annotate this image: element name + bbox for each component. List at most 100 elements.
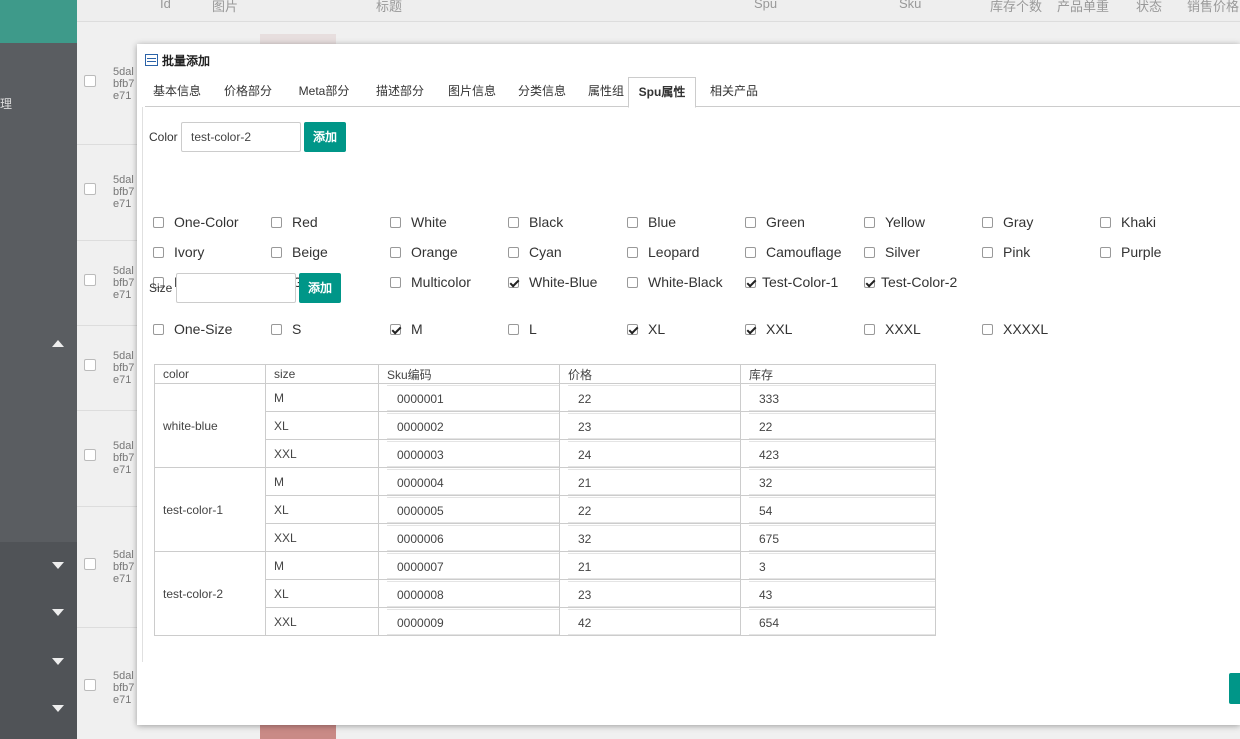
color-option[interactable]: Yellow	[864, 214, 925, 230]
color-option[interactable]: White	[390, 214, 447, 230]
row-checkbox[interactable]	[84, 274, 96, 286]
add-size-button[interactable]: 添加	[299, 273, 341, 303]
color-option[interactable]: Ivory	[153, 244, 204, 260]
color-option-checkbox[interactable]	[153, 216, 164, 228]
tab-categories[interactable]: 分类信息	[510, 77, 574, 107]
tab-price[interactable]: 价格部分	[216, 77, 280, 107]
color-option-checkbox[interactable]	[153, 246, 164, 258]
price-input[interactable]: 22	[568, 496, 740, 523]
price-input[interactable]: 21	[568, 468, 740, 495]
color-option[interactable]: Camouflage	[745, 244, 842, 260]
color-option[interactable]: Purple	[1100, 244, 1161, 260]
price-input[interactable]: 42	[568, 608, 740, 635]
color-option[interactable]: Orange	[390, 244, 458, 260]
color-option-checkbox[interactable]	[1100, 216, 1111, 228]
size-option[interactable]: One-Size	[153, 321, 232, 337]
chevron-down-icon[interactable]	[52, 658, 64, 665]
row-checkbox[interactable]	[84, 679, 96, 691]
color-option[interactable]: Leopard	[627, 244, 699, 260]
stock-input[interactable]: 333	[749, 384, 935, 411]
row-checkbox[interactable]	[84, 449, 96, 461]
color-option[interactable]: White-Black	[627, 274, 723, 290]
color-option-checkbox[interactable]	[1100, 246, 1111, 258]
color-option-checkbox[interactable]	[508, 246, 519, 258]
size-option-checkbox[interactable]	[153, 323, 164, 335]
size-option-checkbox[interactable]	[745, 323, 756, 335]
size-option-checkbox[interactable]	[390, 323, 401, 335]
row-checkbox[interactable]	[84, 183, 96, 195]
color-option-checkbox[interactable]	[508, 216, 519, 228]
size-option-checkbox[interactable]	[271, 323, 282, 335]
chevron-down-icon[interactable]	[52, 609, 64, 616]
price-input[interactable]: 23	[568, 580, 740, 607]
color-option[interactable]: Red	[271, 214, 318, 230]
color-option[interactable]: Test-Color-1	[745, 274, 838, 290]
color-option-checkbox[interactable]	[745, 216, 756, 228]
price-input[interactable]: 22	[568, 384, 740, 411]
stock-input[interactable]: 32	[749, 468, 935, 495]
color-option-checkbox[interactable]	[864, 216, 875, 228]
size-option[interactable]: L	[508, 321, 537, 337]
sidebar-item-label[interactable]: 理	[0, 95, 12, 112]
size-option[interactable]: XL	[627, 321, 665, 337]
color-option[interactable]: Pink	[982, 244, 1030, 260]
color-option-checkbox[interactable]	[508, 276, 519, 288]
sku-code-input[interactable]: 0000004	[387, 468, 559, 495]
sku-code-input[interactable]: 0000007	[387, 552, 559, 579]
color-option[interactable]: Multicolor	[390, 274, 471, 290]
size-option[interactable]: XXXXL	[982, 321, 1048, 337]
tab-description[interactable]: 描述部分	[368, 77, 432, 107]
stock-input[interactable]: 3	[749, 552, 935, 579]
color-option[interactable]: White-Blue	[508, 274, 597, 290]
color-option[interactable]: Cyan	[508, 244, 562, 260]
color-option[interactable]: Blue	[627, 214, 676, 230]
size-option[interactable]: S	[271, 321, 301, 337]
tab-meta[interactable]: Meta部分	[288, 77, 360, 107]
color-option-checkbox[interactable]	[864, 276, 875, 288]
confirm-button[interactable]	[1229, 673, 1240, 704]
row-checkbox[interactable]	[84, 359, 96, 371]
row-checkbox[interactable]	[84, 75, 96, 87]
color-option-checkbox[interactable]	[390, 216, 401, 228]
stock-input[interactable]: 654	[749, 608, 935, 635]
stock-input[interactable]: 22	[749, 412, 935, 439]
color-option-checkbox[interactable]	[864, 246, 875, 258]
size-option[interactable]: XXL	[745, 321, 792, 337]
size-option-checkbox[interactable]	[627, 323, 638, 335]
size-option-checkbox[interactable]	[864, 323, 875, 335]
tab-attribute-group[interactable]: 属性组	[578, 77, 634, 107]
color-option[interactable]: Beige	[271, 244, 328, 260]
add-color-button[interactable]: 添加	[304, 122, 346, 152]
size-option[interactable]: M	[390, 321, 423, 337]
color-option[interactable]: Gray	[982, 214, 1033, 230]
color-option[interactable]: Khaki	[1100, 214, 1156, 230]
size-input[interactable]	[176, 273, 296, 303]
color-option-checkbox[interactable]	[271, 216, 282, 228]
color-option-checkbox[interactable]	[390, 276, 401, 288]
color-option-checkbox[interactable]	[627, 276, 638, 288]
color-input[interactable]	[181, 122, 301, 152]
color-option[interactable]: Black	[508, 214, 563, 230]
chevron-down-icon[interactable]	[52, 705, 64, 712]
tab-basic-info[interactable]: 基本信息	[145, 77, 209, 107]
row-checkbox[interactable]	[84, 558, 96, 570]
size-option[interactable]: XXXL	[864, 321, 921, 337]
price-input[interactable]: 23	[568, 412, 740, 439]
color-option[interactable]: Test-Color-2	[864, 274, 957, 290]
stock-input[interactable]: 54	[749, 496, 935, 523]
chevron-down-icon[interactable]	[52, 562, 64, 569]
tab-images[interactable]: 图片信息	[440, 77, 504, 107]
sku-code-input[interactable]: 0000001	[387, 384, 559, 411]
color-option[interactable]: Green	[745, 214, 805, 230]
sku-code-input[interactable]: 0000006	[387, 524, 559, 551]
tab-related-products[interactable]: 相关产品	[702, 77, 766, 107]
color-option-checkbox[interactable]	[627, 246, 638, 258]
chevron-up-icon[interactable]	[52, 340, 64, 347]
size-option-checkbox[interactable]	[508, 323, 519, 335]
color-option[interactable]: One-Color	[153, 214, 239, 230]
stock-input[interactable]: 423	[749, 440, 935, 467]
sku-code-input[interactable]: 0000005	[387, 496, 559, 523]
sku-code-input[interactable]: 0000003	[387, 440, 559, 467]
color-option-checkbox[interactable]	[982, 216, 993, 228]
color-option-checkbox[interactable]	[982, 246, 993, 258]
